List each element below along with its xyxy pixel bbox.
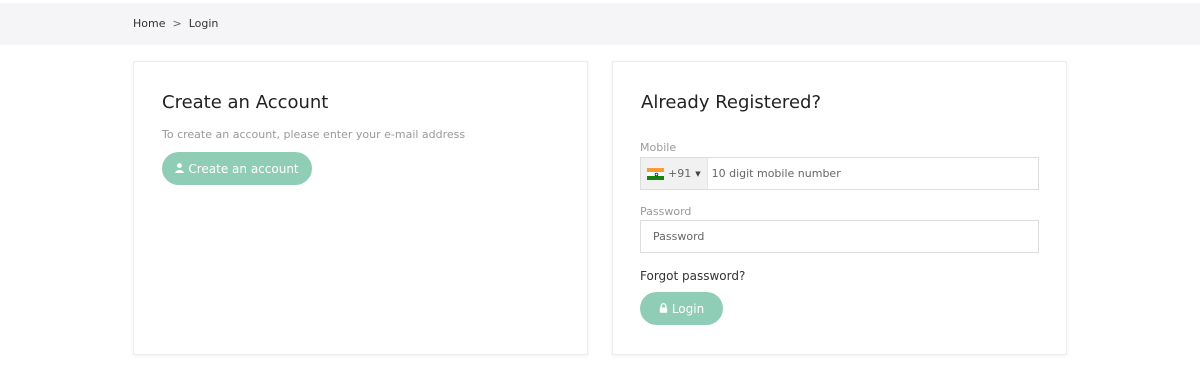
mobile-input[interactable] — [707, 158, 1038, 189]
login-button-label: Login — [671, 301, 705, 316]
country-code-selector[interactable]: +91 ▼ — [641, 158, 708, 189]
create-account-description: To create an account, please enter your … — [162, 128, 466, 141]
login-button[interactable]: Login — [640, 292, 723, 325]
password-input[interactable] — [640, 220, 1039, 253]
caret-down-icon: ▼ — [695, 169, 701, 178]
create-account-card: Create an Account To create an account, … — [133, 61, 588, 355]
create-account-title: Create an Account — [162, 92, 329, 113]
breadcrumb-bar: Home > Login — [0, 3, 1200, 45]
login-title: Already Registered? — [641, 92, 821, 113]
breadcrumb-home-link[interactable]: Home — [133, 17, 165, 30]
login-card: Already Registered? Mobile +91 ▼ Passwor… — [612, 61, 1067, 355]
user-icon — [175, 162, 185, 176]
mobile-field-group: +91 ▼ — [640, 157, 1039, 190]
country-code: +91 — [668, 167, 692, 180]
lock-icon — [659, 302, 668, 316]
breadcrumb: Home > Login — [133, 17, 218, 30]
india-flag-icon — [647, 167, 664, 180]
create-account-button-label: Create an account — [188, 161, 299, 176]
breadcrumb-separator: > — [172, 17, 182, 30]
create-account-button[interactable]: Create an account — [162, 152, 312, 185]
forgot-password-link[interactable]: Forgot password? — [640, 269, 745, 283]
password-label: Password — [640, 205, 692, 218]
breadcrumb-current: Login — [188, 17, 219, 30]
mobile-label: Mobile — [640, 141, 677, 154]
